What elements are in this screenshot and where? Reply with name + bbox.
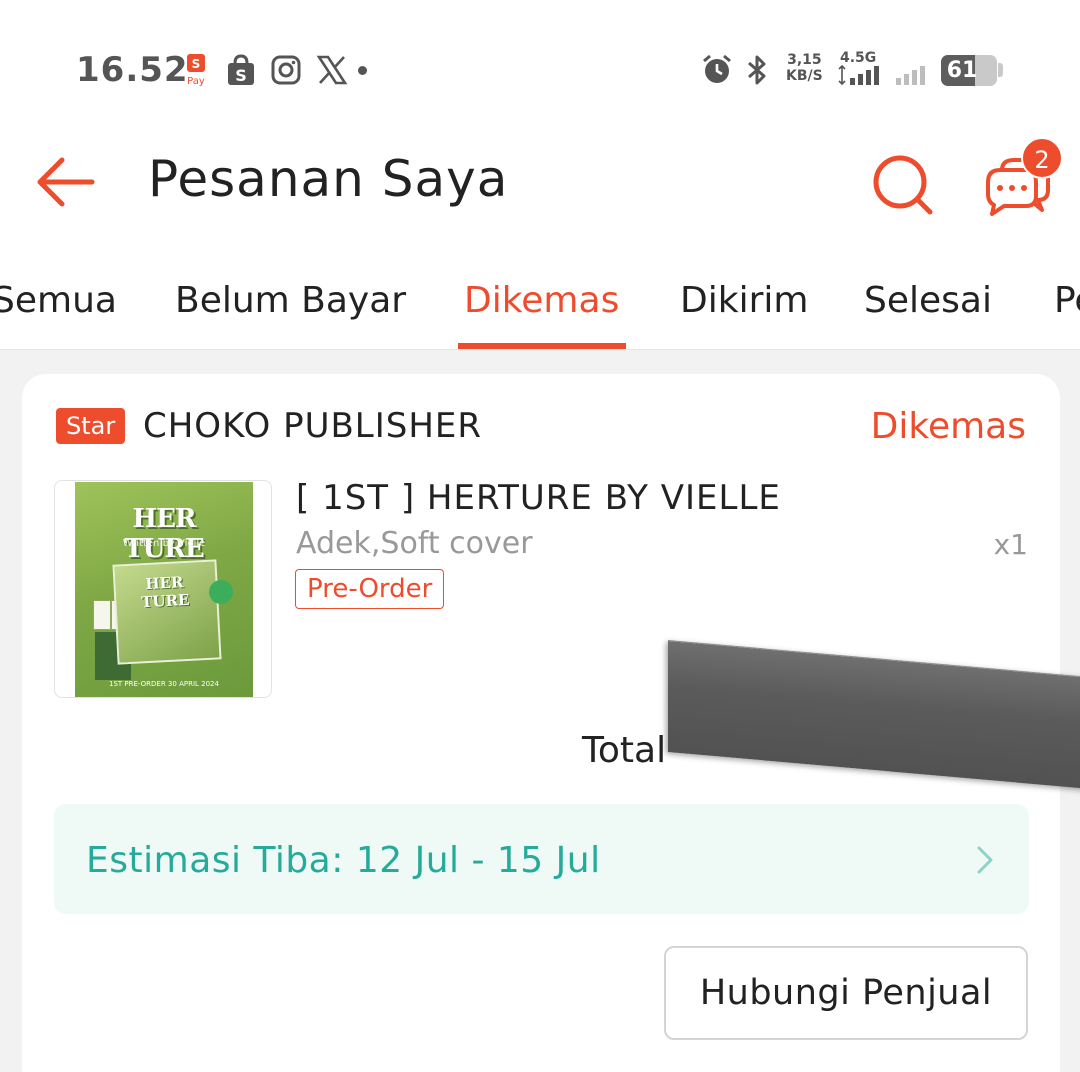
shopeepay-icon: S Pay — [184, 52, 210, 88]
notification-dot-icon — [358, 66, 367, 75]
arrow-left-icon — [37, 157, 95, 207]
chevron-right-icon — [977, 846, 993, 874]
product-quantity: x1 — [993, 528, 1028, 561]
x-icon — [316, 52, 348, 88]
app-header: Pesanan Saya — [0, 130, 1080, 240]
estimated-arrival-row[interactable]: Estimasi Tiba: 12 Jul - 15 Jul — [54, 804, 1029, 914]
tab-pengembalian[interactable]: Pe — [1054, 280, 1080, 321]
battery-tip — [998, 63, 1003, 77]
cover-mascot — [209, 580, 233, 604]
product-thumbnail[interactable]: HER TURE Written by Vielle HER TURE 1ST … — [54, 480, 272, 698]
search-button[interactable] — [868, 150, 938, 220]
active-tab-indicator — [458, 343, 626, 349]
tab-selesai[interactable]: Selesai — [864, 280, 992, 321]
cover-title: HER TURE — [124, 504, 204, 564]
shopee-icon: S — [226, 52, 256, 88]
search-icon — [873, 155, 933, 215]
chat-badge: 2 — [1021, 137, 1063, 179]
tab-dikirim[interactable]: Dikirim — [680, 280, 808, 321]
tab-dikemas[interactable]: Dikemas — [464, 280, 619, 321]
cover-postcard — [93, 600, 111, 630]
status-time: 16.52 — [76, 50, 189, 90]
product-variant: Adek,Soft cover — [296, 526, 533, 561]
alarm-icon — [700, 52, 734, 88]
cover-inner-title: HER TURE — [140, 573, 190, 612]
preorder-tag: Pre-Order — [295, 569, 445, 609]
order-tabs: Semua Belum Bayar Dikemas Dikirim Selesa… — [0, 240, 1080, 350]
page-title: Pesanan Saya — [148, 150, 509, 208]
order-status: Dikemas — [870, 406, 1026, 447]
estimated-arrival-text: Estimasi Tiba: 12 Jul - 15 Jul — [86, 840, 601, 881]
tab-semua[interactable]: Semua — [0, 280, 117, 321]
svg-text:Pay: Pay — [187, 76, 205, 87]
network-speed: 3,15 KB/S — [786, 52, 823, 84]
tab-belum-bayar[interactable]: Belum Bayar — [175, 280, 406, 321]
svg-text:S: S — [235, 66, 247, 85]
cover-inner-book: HER TURE — [112, 559, 222, 665]
order-total-label: Total — [582, 730, 667, 771]
product-name[interactable]: [ 1ST ] HERTURE BY VIELLE — [296, 478, 781, 518]
bluetooth-icon — [744, 52, 770, 88]
status-bar: 16.52 S Pay S 3,15 KB/S 4.5G 61 — [0, 0, 1080, 130]
back-button[interactable] — [30, 152, 100, 212]
battery-icon: 61 — [941, 55, 997, 86]
contact-seller-button[interactable]: Hubungi Penjual — [664, 946, 1028, 1040]
instagram-icon — [270, 52, 302, 88]
cover-footer: 1ST PRE-ORDER 30 APRIL 2024 — [109, 680, 219, 688]
svg-text:S: S — [192, 57, 201, 71]
book-cover-image: HER TURE Written by Vielle HER TURE 1ST … — [75, 482, 253, 697]
signal-weak-icon — [894, 64, 928, 86]
star-seller-badge: Star — [56, 408, 126, 444]
cover-subtitle: Written by Vielle — [122, 538, 206, 549]
signal-icon — [838, 64, 884, 86]
shop-name[interactable]: CHOKO PUBLISHER — [143, 406, 482, 446]
battery-percent: 61 — [946, 58, 978, 83]
